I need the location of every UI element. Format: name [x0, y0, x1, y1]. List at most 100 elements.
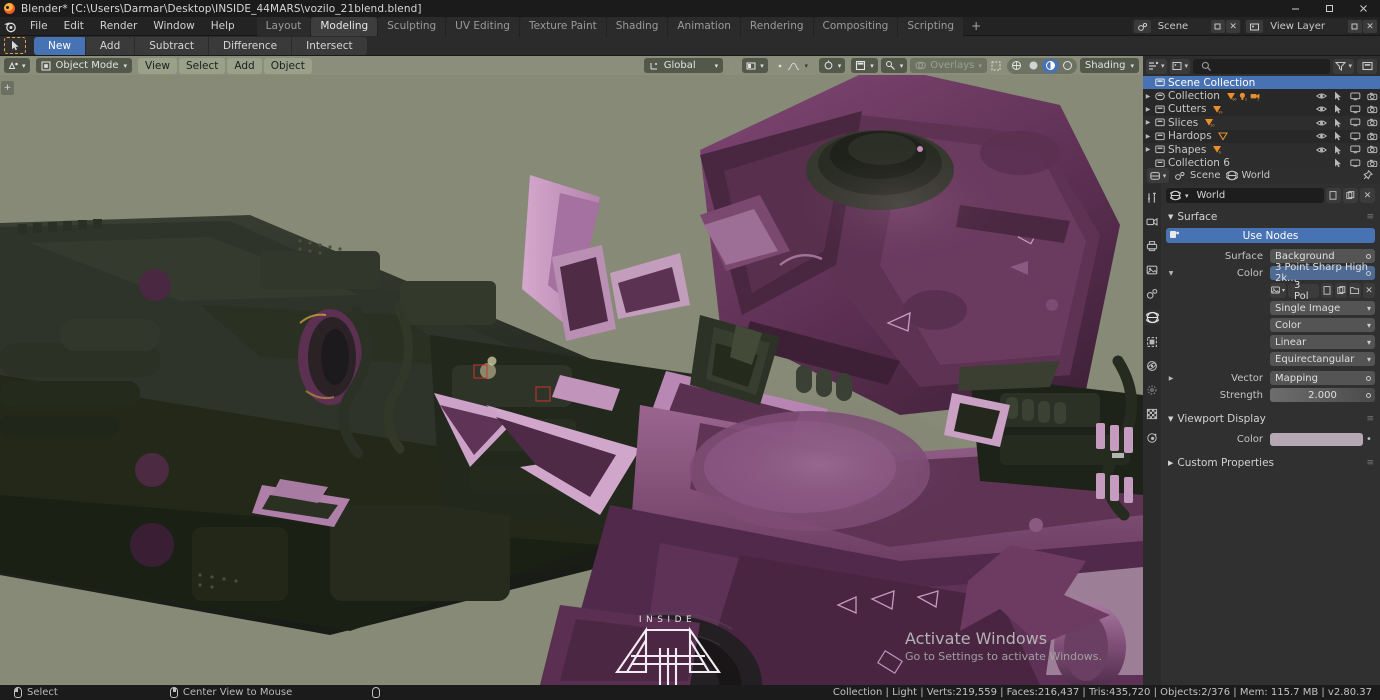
- expand-arrow[interactable]: ▶: [1143, 133, 1153, 140]
- image-users-count[interactable]: 3 Pol: [1287, 280, 1320, 302]
- menu-help[interactable]: Help: [203, 18, 243, 34]
- viewport-display-color-swatch[interactable]: [1270, 432, 1363, 446]
- tab-texture-paint[interactable]: Texture Paint: [519, 16, 606, 36]
- tab-scene-icon[interactable]: [1144, 286, 1160, 301]
- cursor-select-icon[interactable]: [4, 37, 26, 54]
- tab-uv-editing[interactable]: UV Editing: [446, 16, 519, 36]
- maximize-button[interactable]: [1312, 0, 1346, 17]
- custom-properties-panel-header[interactable]: ▶ Custom Properties ≡: [1166, 454, 1375, 472]
- selectable-arrow-icon[interactable]: [1333, 118, 1344, 128]
- menu-window[interactable]: Window: [145, 18, 202, 34]
- boolean-intersect-button[interactable]: Intersect: [292, 36, 367, 55]
- outliner-new-collection-button[interactable]: [1357, 58, 1377, 74]
- selectable-arrow-icon[interactable]: [1333, 104, 1344, 114]
- properties-breadcrumb[interactable]: Scene: [1174, 170, 1221, 181]
- add-workspace-button[interactable]: +: [964, 17, 988, 36]
- viewport-menu-select[interactable]: Select: [178, 57, 226, 74]
- outliner-search-input[interactable]: [1193, 58, 1331, 74]
- image-browse-button[interactable]: ▾: [1270, 283, 1286, 298]
- outliner-row-cutters[interactable]: ▶ Cutters 99: [1143, 103, 1380, 116]
- selectable-arrow-icon[interactable]: [1333, 145, 1344, 155]
- minimize-button[interactable]: [1278, 0, 1312, 17]
- expand-arrow[interactable]: ▶: [1143, 93, 1153, 100]
- outliner-row-collection[interactable]: ▶ Collection 66 2 2: [1143, 89, 1380, 102]
- disable-in-render-icon[interactable]: [1367, 132, 1378, 141]
- visibility-eye-icon[interactable]: [1316, 92, 1327, 100]
- pin-icon[interactable]: [1362, 170, 1373, 181]
- outliner-row-slices[interactable]: ▶ Slices 50: [1143, 116, 1380, 130]
- outliner-editor-type-button[interactable]: ▾: [1146, 58, 1167, 74]
- tab-modifier-icon[interactable]: [1144, 406, 1160, 421]
- tab-compositing[interactable]: Compositing: [813, 16, 898, 36]
- disable-in-render-icon[interactable]: [1367, 145, 1378, 154]
- tab-scripting[interactable]: Scripting: [898, 16, 964, 36]
- tab-object-icon[interactable]: [1144, 334, 1160, 349]
- disable-in-viewport-icon[interactable]: [1350, 105, 1361, 114]
- shading-solid-button[interactable]: [1025, 59, 1042, 73]
- shading-popover[interactable]: Shading ▾: [1079, 58, 1139, 73]
- copy-world-button[interactable]: [1343, 188, 1358, 203]
- outliner-row-shapes[interactable]: ▶ Shapes 6: [1143, 142, 1380, 157]
- properties-editor-type-button[interactable]: ▾: [1147, 168, 1169, 183]
- animate-property-dot[interactable]: •: [1363, 434, 1375, 445]
- expand-arrow[interactable]: ▶: [1143, 119, 1153, 126]
- snap-target-selector[interactable]: ▾: [742, 58, 768, 73]
- boolean-difference-button[interactable]: Difference: [209, 36, 293, 55]
- disable-in-render-icon[interactable]: [1367, 105, 1378, 114]
- falloff-curve-icon[interactable]: [787, 59, 800, 72]
- menu-render[interactable]: Render: [92, 18, 145, 34]
- disable-in-viewport-icon[interactable]: [1350, 145, 1361, 154]
- surface-value[interactable]: Background: [1270, 249, 1375, 263]
- scene-selector[interactable]: Scene ✕: [1131, 19, 1242, 34]
- overlays-selector[interactable]: Overlays ▾: [910, 58, 987, 73]
- shading-wireframe-button[interactable]: [1008, 59, 1025, 73]
- selectable-arrow-icon[interactable]: [1333, 131, 1344, 141]
- tab-shading[interactable]: Shading: [606, 16, 668, 36]
- disable-in-render-icon[interactable]: [1367, 92, 1378, 101]
- tab-layout[interactable]: Layout: [256, 16, 311, 36]
- close-button[interactable]: [1346, 0, 1380, 17]
- tab-constraints-icon[interactable]: [1144, 382, 1160, 397]
- transform-orientation-selector[interactable]: Global ▾: [643, 58, 724, 73]
- shading-material-preview-button[interactable]: [1041, 58, 1059, 73]
- view-layer-selector[interactable]: View Layer ✕: [1244, 19, 1378, 34]
- selectable-arrow-icon[interactable]: [1333, 91, 1344, 101]
- vector-expand-arrow[interactable]: ▶: [1166, 375, 1176, 382]
- copy-image-button[interactable]: [1335, 283, 1348, 298]
- expand-arrow[interactable]: ▶: [1143, 146, 1153, 153]
- tab-output-icon[interactable]: [1144, 238, 1160, 253]
- new-image-button[interactable]: [1321, 283, 1334, 298]
- viewport-menu-add[interactable]: Add: [227, 57, 262, 74]
- shading-rendered-button[interactable]: [1059, 59, 1076, 73]
- new-scene-button[interactable]: [1211, 20, 1226, 33]
- viewport-menu-view[interactable]: View: [138, 57, 177, 74]
- image-source-selector[interactable]: Single Image ▾: [1270, 301, 1375, 315]
- disable-in-viewport-icon[interactable]: [1350, 118, 1361, 127]
- color-space-selector[interactable]: Color ▾: [1270, 318, 1375, 332]
- interaction-mode-selector[interactable]: Object Mode ▾: [35, 58, 133, 73]
- viewport-display-panel-header[interactable]: ▼ Viewport Display ≡: [1166, 410, 1375, 428]
- color-expand-arrow[interactable]: ▼: [1166, 270, 1176, 277]
- strength-value[interactable]: 2.000: [1270, 388, 1375, 402]
- viewport-sidebar-tab[interactable]: +: [1, 81, 14, 95]
- tab-physics-icon[interactable]: [1144, 358, 1160, 373]
- outliner-row-scene-collection[interactable]: Scene Collection: [1143, 76, 1380, 90]
- tab-rendering[interactable]: Rendering: [740, 16, 813, 36]
- tab-render-icon[interactable]: [1144, 214, 1160, 229]
- unlink-world-button[interactable]: ✕: [1360, 188, 1375, 203]
- outliner-row-hardops[interactable]: ▶ Hardops: [1143, 130, 1380, 143]
- tab-modeling[interactable]: Modeling: [311, 16, 378, 36]
- menu-file[interactable]: File: [22, 18, 56, 34]
- tab-world-icon[interactable]: [1144, 310, 1160, 325]
- visibility-eye-icon[interactable]: [1316, 105, 1327, 113]
- tab-particles-icon[interactable]: [1144, 430, 1160, 445]
- menu-edit[interactable]: Edit: [56, 18, 92, 34]
- world-datablock-field[interactable]: ▾ World: [1166, 188, 1324, 203]
- disable-in-viewport-icon[interactable]: [1350, 132, 1361, 141]
- boolean-subtract-button[interactable]: Subtract: [135, 36, 209, 55]
- 3d-viewport[interactable]: + INSIDE Activate Windows Go to Settings…: [0, 75, 1143, 685]
- proportional-editing-icon[interactable]: [774, 59, 787, 72]
- boolean-add-button[interactable]: Add: [85, 36, 136, 55]
- visibility-eye-icon[interactable]: [1316, 132, 1327, 140]
- outliner-filter-button[interactable]: ▾: [1333, 58, 1354, 74]
